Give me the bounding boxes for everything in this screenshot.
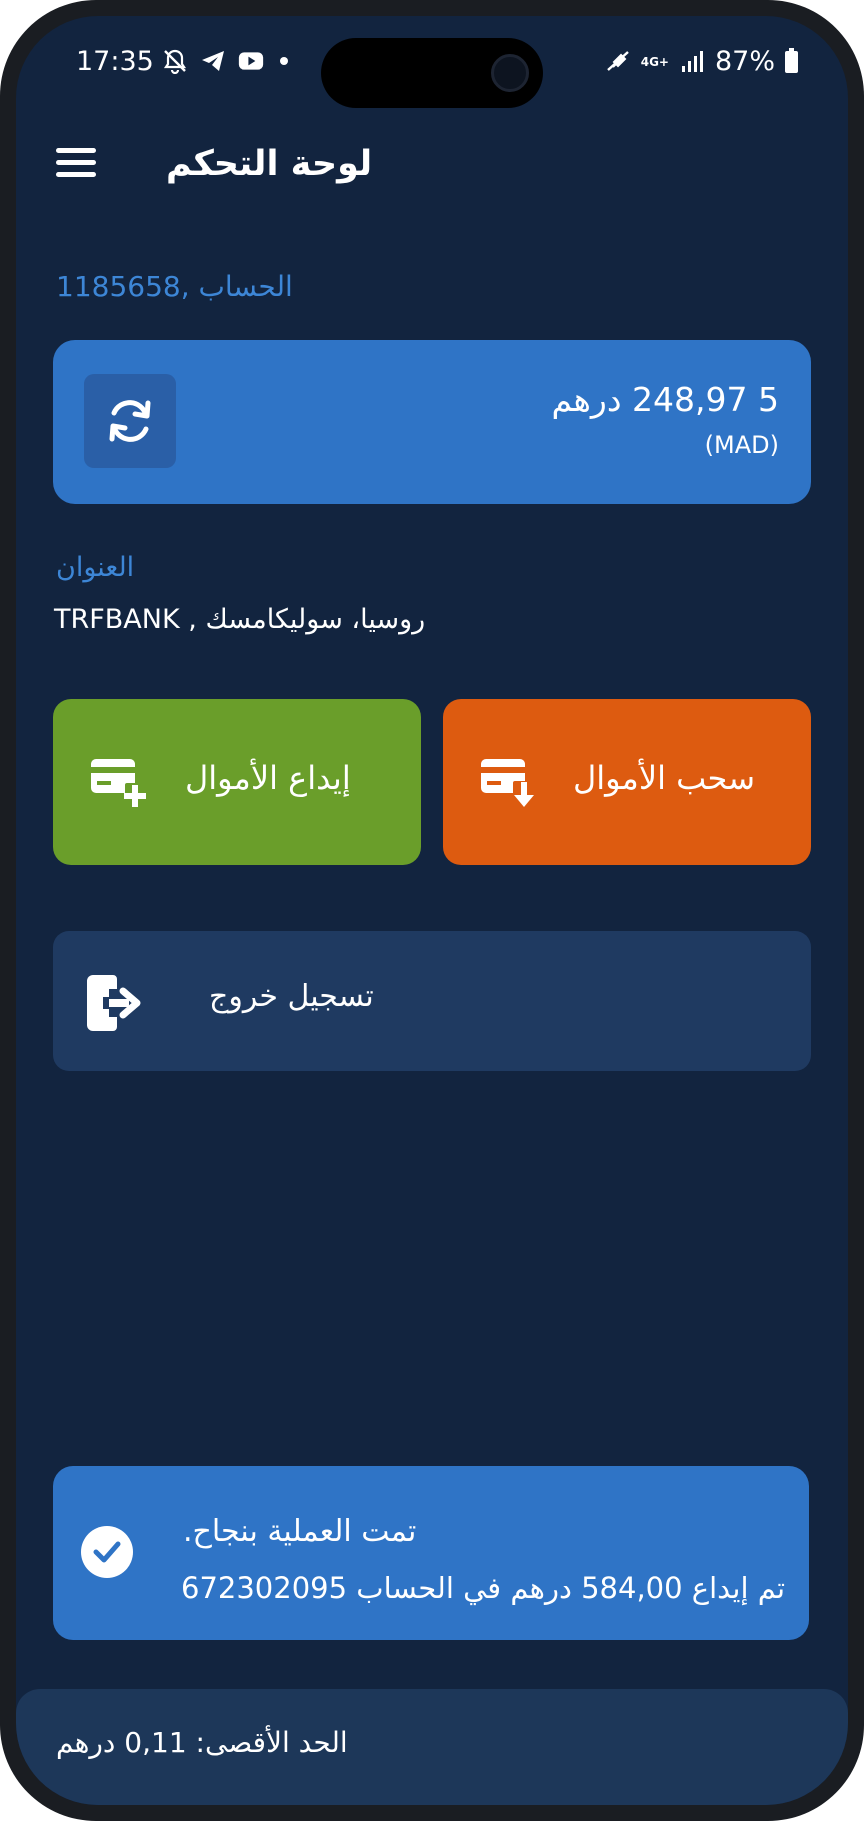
refresh-button[interactable] xyxy=(84,374,176,468)
balance-card: 5 248,97 درهم (MAD) xyxy=(53,340,811,504)
account-number: الحساب ,1185658 xyxy=(56,270,293,303)
status-system-icons: 4G+ 87% xyxy=(605,46,798,77)
card-add-icon xyxy=(91,759,146,807)
notifications-muted-icon xyxy=(162,48,188,74)
status-time: 17:35 xyxy=(76,46,154,77)
dot-icon xyxy=(280,57,288,65)
youtube-icon xyxy=(238,48,264,74)
camera-cutout xyxy=(321,38,543,108)
logout-label: تسجيل خروج xyxy=(209,979,374,1014)
address-value: TRFBANK , روسيا، سوليكامسك xyxy=(54,604,426,635)
success-toast: تمت العملية بنجاح. تم إيداع 584,00 درهم … xyxy=(53,1466,809,1640)
toast-title: تمت العملية بنجاح. xyxy=(183,1514,417,1549)
withdraw-funds-label: سحب الأموال xyxy=(573,759,756,797)
withdraw-funds-button[interactable]: سحب الأموال xyxy=(443,699,811,865)
balance-currency: (MAD) xyxy=(704,431,779,459)
telegram-icon xyxy=(200,48,226,74)
network-type: 4G+ xyxy=(640,54,669,69)
logout-icon xyxy=(87,975,141,1031)
check-circle-icon xyxy=(81,1526,133,1578)
battery-icon xyxy=(785,47,798,73)
logout-button[interactable]: تسجيل خروج xyxy=(53,931,811,1071)
hamburger-menu-icon xyxy=(56,148,102,177)
screen: 17:35 4G+ 87% لوحة التحكم الحساب ,118565… xyxy=(16,16,848,1805)
phone-frame: 17:35 4G+ 87% لوحة التحكم الحساب ,118565… xyxy=(0,0,864,1821)
deposit-funds-label: إيداع الأموال xyxy=(185,759,351,797)
refresh-icon xyxy=(109,400,151,442)
camera-lens xyxy=(491,54,529,92)
toast-message: تم إيداع 584,00 درهم في الحساب 672302095 xyxy=(181,1571,786,1605)
status-notification-icons xyxy=(162,48,288,74)
mute-mic-icon xyxy=(605,49,631,75)
battery-percent: 87% xyxy=(714,46,775,77)
top-app-bar: لوحة التحكم xyxy=(16,126,848,216)
status-bar: 17:35 4G+ 87% xyxy=(16,16,848,108)
menu-button[interactable] xyxy=(56,148,102,188)
card-withdraw-icon xyxy=(481,759,535,807)
bottom-info-bar: الحد الأقصى: 0,11 درهم xyxy=(16,1689,848,1805)
page-title: لوحة التحكم xyxy=(166,144,373,184)
signal-icon xyxy=(679,49,705,75)
max-limit-text: الحد الأقصى: 0,11 درهم xyxy=(56,1726,348,1759)
deposit-funds-button[interactable]: إيداع الأموال xyxy=(53,699,421,865)
balance-amount: 5 248,97 درهم xyxy=(551,380,779,419)
address-label: العنوان xyxy=(56,552,135,583)
